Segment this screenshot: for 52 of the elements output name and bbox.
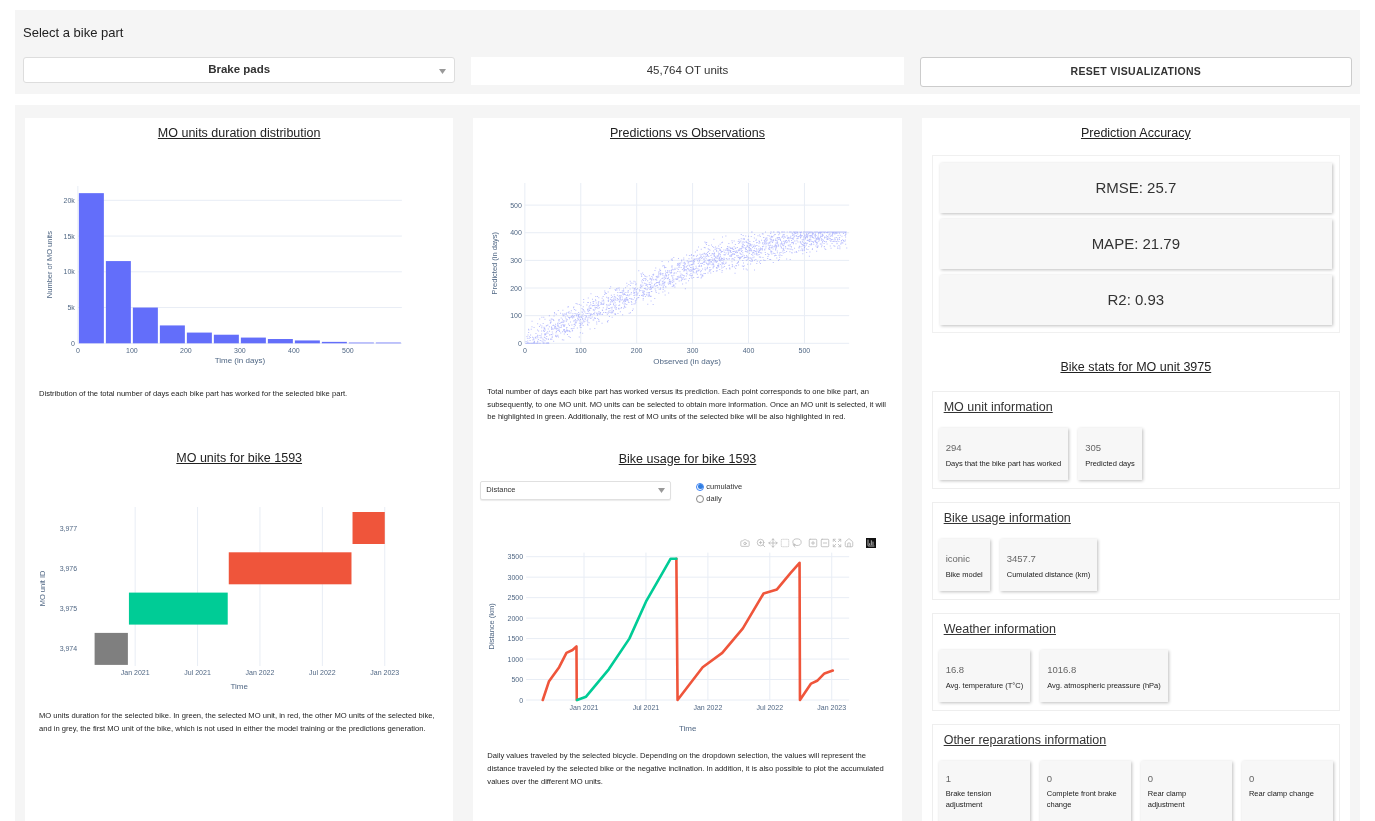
stat-value: 0 bbox=[1248, 773, 1256, 785]
axis-title: Time bbox=[679, 723, 697, 733]
timeline-bar[interactable] bbox=[352, 512, 385, 544]
box-select-icon[interactable] bbox=[780, 537, 791, 548]
panel-title: Bike stats for MO unit 3975 bbox=[1060, 360, 1212, 374]
metric-card: RMSE: 25.7 bbox=[939, 163, 1332, 213]
histogram-bar bbox=[213, 334, 239, 344]
stat-value: 0 bbox=[1046, 773, 1054, 785]
panel-title: MO units duration distribution bbox=[157, 126, 321, 140]
section-title: MO unit information bbox=[943, 400, 1053, 414]
panel-title: MO units for bike 1593 bbox=[176, 451, 303, 465]
section-title: Other reparations information bbox=[943, 733, 1107, 747]
units-count: 45,764 OT units bbox=[471, 57, 904, 85]
axis-title: Time bbox=[230, 682, 248, 691]
metric-card: R2: 0.93 bbox=[939, 275, 1332, 325]
zoom-in-icon[interactable] bbox=[808, 537, 819, 548]
radio-button[interactable] bbox=[696, 482, 705, 491]
stat-value: 1016.8 bbox=[1047, 664, 1078, 676]
autoscale-icon[interactable] bbox=[832, 537, 843, 548]
timeline-bar[interactable] bbox=[94, 632, 128, 665]
bike-part-dropdown[interactable]: Brake pads bbox=[23, 57, 456, 83]
panel-title: Predictions vs Observations bbox=[610, 126, 765, 140]
camera-icon[interactable] bbox=[740, 537, 751, 548]
metric-card: MAPE: 21.79 bbox=[939, 219, 1332, 269]
timeline-bar[interactable] bbox=[128, 592, 228, 625]
caret-icon bbox=[658, 487, 666, 493]
home-icon[interactable] bbox=[844, 537, 855, 548]
stat-value: 294 bbox=[945, 442, 963, 454]
stat-value: 0 bbox=[1147, 773, 1155, 785]
section-title: Bike usage information bbox=[943, 511, 1071, 525]
dropdown-value: Brake pads bbox=[208, 62, 271, 78]
zoom-icon[interactable] bbox=[756, 537, 767, 548]
radio-button[interactable] bbox=[696, 494, 705, 503]
stat-value: 3457.7 bbox=[1006, 553, 1037, 565]
panel-title: Prediction Accuracy bbox=[1080, 126, 1191, 140]
page-heading: Select a bike part bbox=[23, 25, 125, 41]
reset-button[interactable]: RESET VISUALIZATIONS bbox=[919, 57, 1352, 87]
timeline-bar[interactable] bbox=[228, 552, 352, 585]
stat-value: 1 bbox=[945, 773, 952, 785]
stat-value: iconic bbox=[945, 553, 971, 565]
axis-title: Observed (in days) bbox=[653, 357, 722, 366]
chart-logo-icon[interactable] bbox=[866, 537, 877, 548]
pan-icon[interactable] bbox=[768, 537, 779, 548]
lasso-icon[interactable] bbox=[792, 537, 803, 548]
stat-value: 16.8 bbox=[945, 664, 966, 676]
zoom-out-icon[interactable] bbox=[820, 537, 831, 548]
stat-value: 305 bbox=[1085, 442, 1102, 454]
panel-title: Bike usage for bike 1593 bbox=[618, 451, 757, 466]
section-title: Weather information bbox=[943, 622, 1056, 636]
scatter-plot-drawing[interactable] bbox=[524, 182, 850, 344]
axis-title: Time (in days) bbox=[214, 356, 266, 365]
caret-icon bbox=[439, 69, 447, 74]
